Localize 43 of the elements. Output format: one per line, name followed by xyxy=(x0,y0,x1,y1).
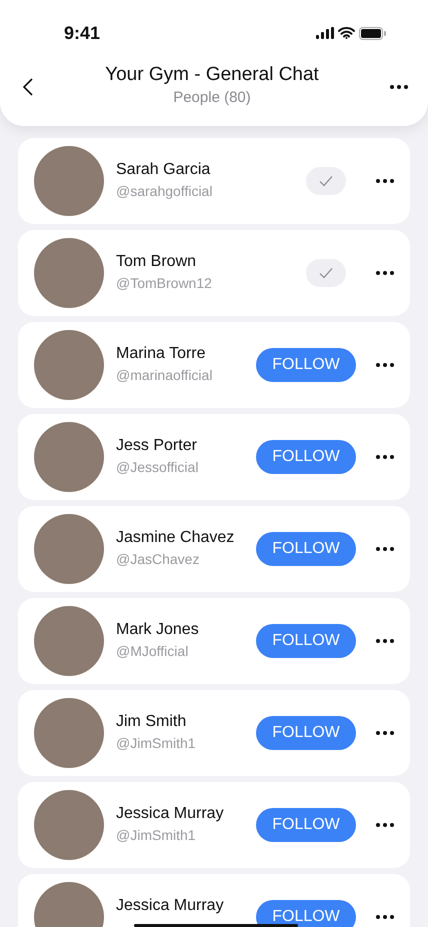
battery-icon xyxy=(359,26,386,40)
person-handle: @marinaofficial xyxy=(116,366,214,385)
more-options-button[interactable] xyxy=(376,915,394,919)
person-name: Marina Torre xyxy=(116,344,207,364)
wifi-icon xyxy=(338,27,355,39)
person-handle: @Jessofficial xyxy=(116,458,200,477)
more-options-button[interactable] xyxy=(376,639,394,643)
status-time: 9:41 xyxy=(64,22,100,44)
person-name: Sarah Garcia xyxy=(116,160,212,180)
person-handle: @JimSmith1 xyxy=(116,734,197,753)
person-name: Jim Smith xyxy=(116,712,188,732)
person-handle: @MJofficial xyxy=(116,642,190,661)
person-name: Jessica Murray xyxy=(116,804,225,824)
person-handle: @sarahgofficial xyxy=(116,182,214,201)
person-handle: @JimSmith1 xyxy=(116,826,197,845)
person-name: Jasmine Chavez xyxy=(116,528,236,548)
follow-button[interactable]: FOLLOW xyxy=(256,624,356,658)
follow-button[interactable]: FOLLOW xyxy=(256,348,356,382)
person-name: Jessica Murray xyxy=(116,896,225,916)
more-options-button[interactable] xyxy=(376,823,394,827)
more-options-button[interactable] xyxy=(376,731,394,735)
follow-button[interactable]: FOLLOW xyxy=(256,440,356,474)
check-icon xyxy=(319,175,333,187)
more-options-button[interactable] xyxy=(376,455,394,459)
follow-button[interactable]: FOLLOW xyxy=(256,808,356,842)
follow-button[interactable]: FOLLOW xyxy=(256,532,356,566)
more-options-button[interactable] xyxy=(376,271,394,275)
person-handle: @TomBrown12 xyxy=(116,274,213,293)
more-button[interactable] xyxy=(390,84,408,89)
person-name: Mark Jones xyxy=(116,620,200,640)
more-options-button[interactable] xyxy=(376,547,394,551)
signal-icon xyxy=(316,27,334,39)
person-name: Jess Porter xyxy=(116,436,198,456)
more-options-button[interactable] xyxy=(376,179,394,183)
more-options-button[interactable] xyxy=(376,363,394,367)
follow-button[interactable]: FOLLOW xyxy=(256,716,356,750)
check-icon xyxy=(319,267,333,279)
follow-button[interactable]: FOLLOW xyxy=(256,900,356,927)
people-count: People (80) xyxy=(173,88,251,108)
back-button[interactable] xyxy=(22,76,34,97)
chat-title: Your Gym - General Chat xyxy=(105,64,319,87)
person-name: Tom Brown xyxy=(116,252,198,272)
person-handle: @JasChavez xyxy=(116,550,200,569)
